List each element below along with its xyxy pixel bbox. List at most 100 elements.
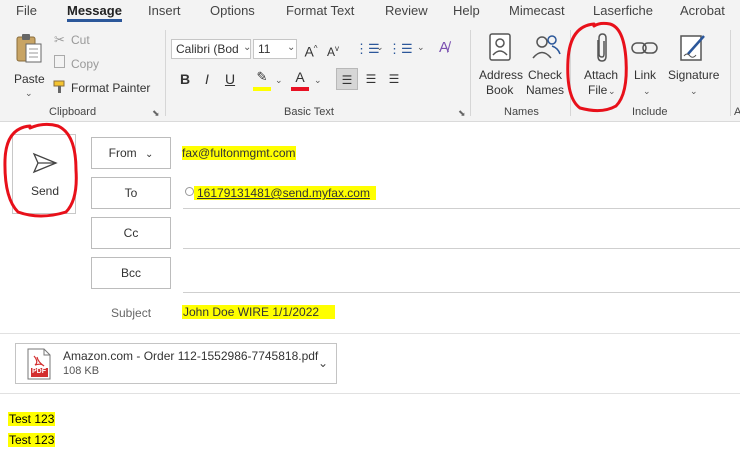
ribbon: Paste ⌄ ✂ Cut Copy Format Painter Clipbo… [0, 24, 740, 122]
paste-icon [16, 34, 42, 63]
address-book-icon [489, 33, 511, 61]
check-names-label-2: Names [526, 83, 565, 97]
subject-label: Subject [111, 306, 152, 320]
message-body-line[interactable]: Test 123 [8, 412, 56, 426]
format-painter-icon [53, 80, 65, 93]
to-button[interactable]: To [91, 177, 171, 209]
pdf-file-icon [27, 348, 51, 380]
grow-font-button[interactable]: A^ [300, 38, 322, 60]
chevron-down-icon: ⌄ [608, 86, 616, 96]
subject-input[interactable]: John Doe WIRE 1/1/2022 [182, 305, 336, 319]
italic-button[interactable]: I [196, 68, 218, 90]
from-button[interactable]: From ⌄ [91, 137, 171, 169]
address-book-label-1: Address [479, 68, 524, 82]
divider [165, 30, 166, 116]
format-painter-button[interactable]: Format Painter [71, 81, 150, 95]
from-value[interactable]: fax@fultonmgmt.com [182, 146, 296, 160]
chevron-down-icon: ⌄ [25, 88, 33, 98]
tab-format-text[interactable]: Format Text [286, 3, 354, 18]
address-book-label-2: Book [486, 83, 514, 97]
numbering-icon[interactable]: ⋮☰ [388, 41, 413, 57]
tab-message[interactable]: Message [67, 3, 122, 22]
send-label: Send [31, 184, 60, 198]
attachment-size: 108 KB [63, 365, 100, 377]
font-color-icon[interactable]: A [291, 69, 309, 91]
highlight-icon[interactable]: ✎ [253, 69, 271, 91]
address-book-button[interactable]: Address Book [474, 30, 526, 100]
font-name-value: Calibri (Bod [176, 42, 239, 56]
presence-circle-icon [185, 187, 194, 196]
basic-text-group-label: Basic Text [284, 106, 334, 118]
send-icon [32, 152, 58, 174]
tab-help[interactable]: Help [453, 3, 480, 18]
to-underline [183, 208, 740, 209]
chevron-down-icon: ⌄ [314, 75, 322, 85]
tab-laserfiche[interactable]: Laserfiche [593, 3, 653, 18]
tab-review[interactable]: Review [385, 3, 428, 18]
bold-button[interactable]: B [174, 68, 196, 90]
include-group-label: Include [632, 106, 668, 118]
chevron-down-icon: ⌄ [144, 149, 154, 160]
clear-formatting-icon[interactable]: A̸ [439, 39, 449, 56]
chevron-down-icon: ⌄ [690, 86, 698, 96]
paste-label: Paste [14, 72, 45, 86]
from-button-label: From [108, 146, 137, 160]
clipboard-launcher-icon[interactable]: ⬊ [152, 108, 160, 119]
attach-file-label-1: Attach [584, 68, 619, 82]
copy-button[interactable]: Copy [71, 57, 99, 71]
grow-font-label: A [304, 43, 314, 60]
chevron-down-icon: ⌄ [376, 42, 384, 52]
send-button[interactable]: Send [12, 134, 76, 214]
font-name-combo[interactable]: Calibri (Bod [171, 39, 251, 59]
paperclip-icon [597, 33, 607, 62]
shrink-font-button[interactable]: Av [322, 38, 344, 60]
chevron-down-icon: ⌄ [643, 86, 651, 96]
cc-input[interactable] [183, 248, 740, 249]
link-button[interactable]: Link ⌄ [628, 30, 664, 100]
align-right-button[interactable]: ☰ [383, 68, 405, 90]
underline-button[interactable]: U [219, 68, 241, 90]
divider [730, 30, 731, 116]
tab-mimecast[interactable]: Mimecast [509, 3, 565, 18]
link-icon [631, 42, 658, 54]
attach-file-button[interactable]: Attach File ⌄ [578, 30, 626, 100]
signature-label: Signature [668, 68, 720, 82]
cut-button[interactable]: Cut [71, 33, 90, 47]
copy-icon [54, 55, 65, 68]
tab-file[interactable]: File [16, 3, 37, 18]
to-recipient[interactable]: 16179131481@send.myfax.com [194, 186, 376, 200]
shrink-font-label: A [326, 45, 335, 59]
divider [0, 393, 740, 394]
next-group-label: A [734, 106, 740, 118]
divider [470, 30, 471, 116]
cc-button[interactable]: Cc [91, 217, 171, 249]
tab-insert[interactable]: Insert [148, 3, 181, 18]
pdf-badge-text: PDF [32, 368, 46, 375]
attach-file-label-2: File [588, 83, 608, 97]
chevron-down-icon: ⌄ [275, 75, 283, 85]
basic-text-launcher-icon[interactable]: ⬊ [458, 108, 466, 119]
divider [570, 30, 571, 116]
signature-icon [680, 35, 705, 61]
check-names-button[interactable]: Check Names [526, 30, 566, 100]
bcc-input[interactable] [183, 292, 740, 293]
align-center-button[interactable]: ☰ [360, 68, 382, 90]
attachment-chip[interactable]: PDF Amazon.com - Order 112-1552986-77458… [15, 343, 337, 384]
paste-button[interactable]: Paste ⌄ [10, 30, 48, 98]
chevron-down-icon: ⌄ [417, 42, 425, 52]
chevron-down-icon: ⌄ [287, 42, 296, 53]
signature-button[interactable]: Signature ⌄ [664, 30, 722, 100]
bcc-button[interactable]: Bcc [91, 257, 171, 289]
message-body-line[interactable]: Test 123 [8, 433, 56, 447]
chevron-down-icon: ⌄ [243, 42, 252, 53]
cut-icon: ✂ [54, 32, 65, 47]
tab-options[interactable]: Options [210, 3, 255, 18]
font-size-value: 11 [258, 42, 271, 56]
check-names-label-1: Check [528, 68, 563, 82]
attachment-name: Amazon.com - Order 112-1552986-7745818.p… [63, 349, 319, 363]
tab-acrobat[interactable]: Acrobat [680, 3, 725, 18]
chevron-down-icon[interactable]: ⌄ [318, 356, 328, 370]
align-left-button[interactable]: ☰ [336, 68, 358, 90]
names-group-label: Names [504, 106, 539, 118]
ribbon-tab-bar: File Message Insert Options Format Text … [0, 0, 740, 24]
